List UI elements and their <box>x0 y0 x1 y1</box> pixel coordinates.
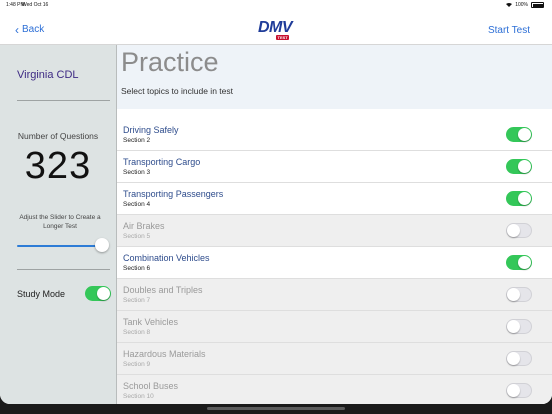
topic-title: Tank Vehicles <box>123 317 179 327</box>
status-date: Wed Oct 16 <box>22 2 49 8</box>
topic-toggle[interactable] <box>506 127 532 142</box>
topic-row[interactable]: Hazardous Materials Section 9 <box>117 343 552 375</box>
topic-title: Hazardous Materials <box>123 349 206 359</box>
toggle-knob <box>518 128 531 141</box>
app-screen: ‹ Back DMV TEST Start Test Virginia CDL … <box>0 10 552 404</box>
questions-count: 323 <box>24 145 92 187</box>
study-mode-toggle[interactable] <box>85 286 111 301</box>
page-title: Practice <box>121 47 219 77</box>
main-header: Practice Select topics to include in tes… <box>117 45 552 109</box>
study-mode-label: Study Mode <box>17 289 66 299</box>
toggle-knob <box>518 192 531 205</box>
topic-row[interactable]: Driving Safely Section 2 <box>117 119 552 151</box>
battery-icon <box>531 2 544 8</box>
topic-title: School Buses <box>123 381 179 391</box>
toggle-knob <box>507 224 520 237</box>
topic-title: Air Brakes <box>123 221 165 231</box>
topic-row[interactable]: Tank Vehicles Section 8 <box>117 311 552 343</box>
topic-row[interactable]: Doubles and Triples Section 7 <box>117 279 552 311</box>
topic-row[interactable]: School Buses Section 10 <box>117 375 552 404</box>
wifi-icon <box>506 3 513 7</box>
page-subtitle: Select topics to include in test <box>121 86 233 96</box>
question-slider-thumb[interactable] <box>95 238 109 252</box>
chevron-left-icon: ‹ <box>15 22 19 37</box>
topic-section: Section 5 <box>123 233 151 240</box>
toggle-knob <box>518 160 531 173</box>
topic-toggle[interactable] <box>506 159 532 174</box>
license-title: Virginia CDL <box>17 69 79 81</box>
dmv-logo: DMV TEST <box>258 19 298 43</box>
topic-toggle[interactable] <box>506 223 532 238</box>
topic-toggle[interactable] <box>506 287 532 302</box>
topic-section: Section 9 <box>123 361 151 368</box>
topic-section: Section 10 <box>123 393 154 400</box>
main-panel: Practice Select topics to include in tes… <box>117 45 552 404</box>
sidebar: Virginia CDL Number of Questions 323 Adj… <box>0 45 117 404</box>
topic-section: Section 3 <box>123 169 151 176</box>
topic-title: Transporting Passengers <box>123 189 224 199</box>
toggle-knob <box>518 256 531 269</box>
topic-title: Doubles and Triples <box>123 285 203 295</box>
home-indicator[interactable] <box>207 407 345 410</box>
topic-row[interactable]: Transporting Passengers Section 4 <box>117 183 552 215</box>
topic-toggle[interactable] <box>506 191 532 206</box>
question-slider-track[interactable] <box>17 245 103 247</box>
topic-toggle[interactable] <box>506 383 532 398</box>
back-button[interactable]: ‹ Back <box>15 22 45 37</box>
slider-hint: Adjust the Slider to Create a Longer Tes… <box>19 214 101 230</box>
divider <box>17 100 110 101</box>
topic-title: Driving Safely <box>123 125 179 135</box>
divider <box>17 269 110 270</box>
status-right: 100% <box>506 2 544 8</box>
topic-title: Combination Vehicles <box>123 253 210 263</box>
topic-toggle[interactable] <box>506 255 532 270</box>
topic-toggle[interactable] <box>506 351 532 366</box>
toggle-knob <box>507 384 520 397</box>
status-bar: 1:48 PM Wed Oct 16 100% <box>0 0 552 10</box>
topic-list: Driving Safely Section 2 Transporting Carg… <box>117 119 552 404</box>
battery-percent: 100% <box>515 2 528 8</box>
topic-row[interactable]: Combination Vehicles Section 6 <box>117 247 552 279</box>
topic-section: Section 6 <box>123 265 151 272</box>
questions-label: Number of Questions <box>17 131 99 141</box>
toggle-knob <box>507 320 520 333</box>
topic-row[interactable]: Air Brakes Section 5 <box>117 215 552 247</box>
toggle-knob <box>97 287 110 300</box>
topic-section: Section 2 <box>123 137 151 144</box>
back-label: Back <box>22 24 45 35</box>
topic-section: Section 8 <box>123 329 151 336</box>
topic-toggle[interactable] <box>506 319 532 334</box>
logo-badge: TEST <box>276 35 290 40</box>
topic-section: Section 4 <box>123 201 151 208</box>
topic-section: Section 7 <box>123 297 151 304</box>
topic-row[interactable]: Transporting Cargo Section 3 <box>117 151 552 183</box>
toggle-knob <box>507 288 520 301</box>
navigation-bar: ‹ Back DMV TEST Start Test <box>0 10 552 45</box>
toggle-knob <box>507 352 520 365</box>
start-test-button[interactable]: Start Test <box>488 25 530 36</box>
topic-title: Transporting Cargo <box>123 157 201 167</box>
